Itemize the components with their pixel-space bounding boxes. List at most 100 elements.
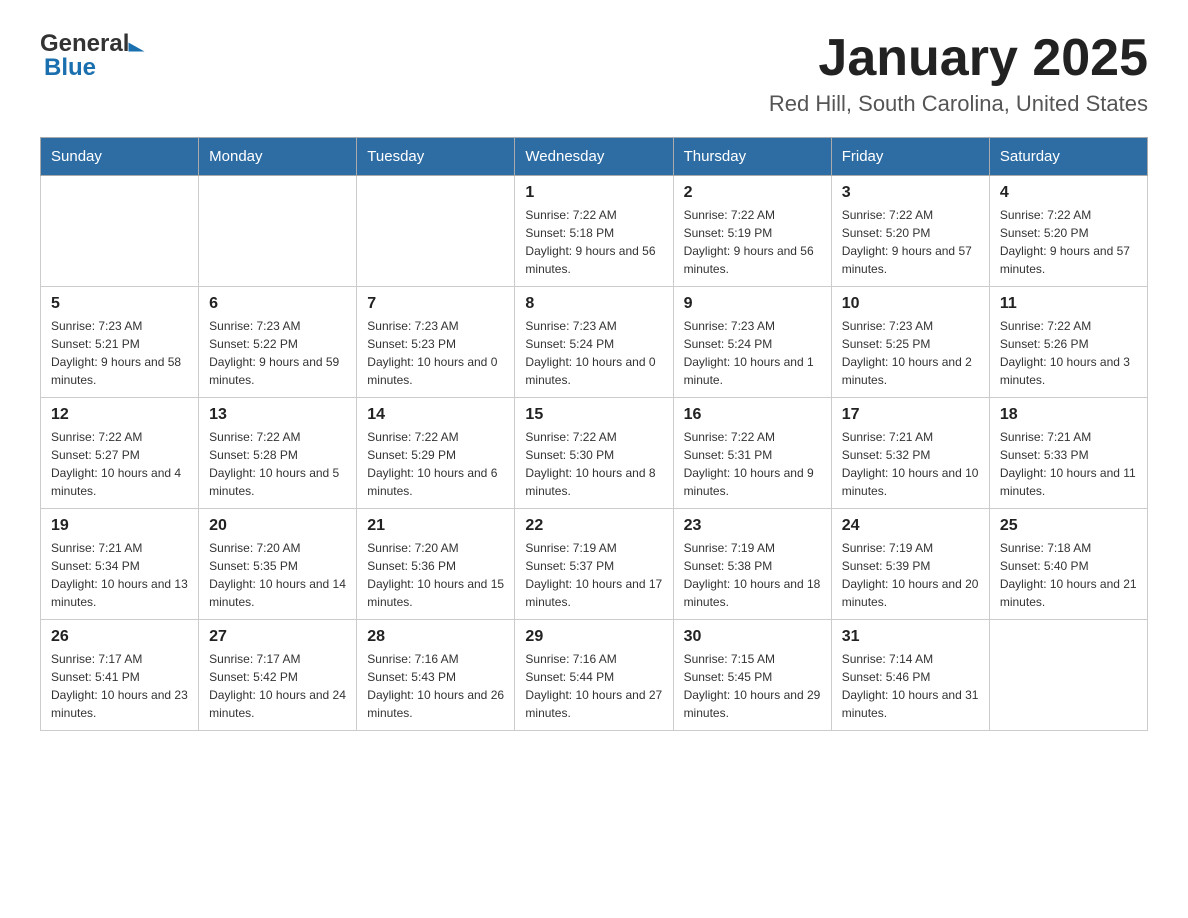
calendar-day-cell: 26 Sunrise: 7:17 AMSunset: 5:41 PMDayligh… — [41, 620, 199, 731]
day-info: Sunrise: 7:19 AMSunset: 5:37 PMDaylight:… — [525, 539, 662, 611]
logo-blue-text: Blue — [44, 54, 96, 82]
day-info: Sunrise: 7:20 AMSunset: 5:36 PMDaylight:… — [367, 539, 504, 611]
day-info: Sunrise: 7:15 AMSunset: 5:45 PMDaylight:… — [684, 650, 821, 722]
day-number: 19 — [51, 517, 188, 535]
day-info: Sunrise: 7:23 AMSunset: 5:22 PMDaylight:… — [209, 317, 346, 389]
day-number: 25 — [1000, 517, 1137, 535]
calendar-day-cell: 8Sunrise: 7:23 AMSunset: 5:24 PMDaylight… — [515, 287, 673, 398]
day-info: Sunrise: 7:23 AMSunset: 5:24 PMDaylight:… — [684, 317, 821, 389]
calendar-day-cell: 10 Sunrise: 7:23 AMSunset: 5:25 PMDayligh… — [831, 287, 989, 398]
calendar-day-cell: 9 Sunrise: 7:23 AMSunset: 5:24 PMDaylight… — [673, 287, 831, 398]
day-info: Sunrise: 7:21 AMSunset: 5:33 PMDaylight:… — [1000, 428, 1137, 500]
day-number: 9 — [684, 295, 821, 313]
day-number: 31 — [842, 628, 979, 646]
day-number: 11 — [1000, 295, 1137, 313]
page-header: General Blue January 2025 Red Hill, Sout… — [40, 30, 1148, 117]
day-info: Sunrise: 7:17 AMSunset: 5:41 PMDaylight:… — [51, 650, 188, 722]
day-info: Sunrise: 7:22 AMSunset: 5:19 PMDaylight:… — [684, 206, 821, 278]
day-info: Sunrise: 7:18 AMSunset: 5:40 PMDaylight:… — [1000, 539, 1137, 611]
calendar-header-row: Sunday Monday Tuesday Wednesday Thursday… — [41, 138, 1148, 176]
day-info: Sunrise: 7:22 AMSunset: 5:20 PMDaylight:… — [1000, 206, 1137, 278]
calendar-day-cell: 2 Sunrise: 7:22 AMSunset: 5:19 PMDaylight… — [673, 176, 831, 287]
day-info: Sunrise: 7:23 AMSunset: 5:21 PMDaylight:… — [51, 317, 188, 389]
calendar-day-cell: 15 Sunrise: 7:22 AMSunset: 5:30 PMDayligh… — [515, 398, 673, 509]
calendar-week-row: 19 Sunrise: 7:21 AMSunset: 5:34 PMDayligh… — [41, 509, 1148, 620]
day-number: 17 — [842, 406, 979, 424]
calendar-day-cell — [199, 176, 357, 287]
day-info: Sunrise: 7:20 AMSunset: 5:35 PMDaylight:… — [209, 539, 346, 611]
day-number: 12 — [51, 406, 188, 424]
calendar-day-cell: 12 Sunrise: 7:22 AMSunset: 5:27 PMDayligh… — [41, 398, 199, 509]
day-info: Sunrise: 7:23 AMSunset: 5:24 PMDaylight:… — [525, 317, 662, 389]
col-friday: Friday — [831, 138, 989, 176]
day-info: Sunrise: 7:22 AMSunset: 5:26 PMDaylight:… — [1000, 317, 1137, 389]
col-monday: Monday — [199, 138, 357, 176]
calendar-week-row: 5 Sunrise: 7:23 AMSunset: 5:21 PMDaylight… — [41, 287, 1148, 398]
calendar-day-cell: 4Sunrise: 7:22 AMSunset: 5:20 PMDaylight… — [989, 176, 1147, 287]
day-info: Sunrise: 7:22 AMSunset: 5:28 PMDaylight:… — [209, 428, 346, 500]
calendar-day-cell: 29Sunrise: 7:16 AMSunset: 5:44 PMDayligh… — [515, 620, 673, 731]
calendar-day-cell: 16 Sunrise: 7:22 AMSunset: 5:31 PMDayligh… — [673, 398, 831, 509]
calendar-day-cell: 20 Sunrise: 7:20 AMSunset: 5:35 PMDayligh… — [199, 509, 357, 620]
day-info: Sunrise: 7:16 AMSunset: 5:44 PMDaylight:… — [525, 650, 662, 722]
day-number: 10 — [842, 295, 979, 313]
day-number: 2 — [684, 184, 821, 202]
calendar-week-row: 26 Sunrise: 7:17 AMSunset: 5:41 PMDayligh… — [41, 620, 1148, 731]
location-text: Red Hill, South Carolina, United States — [769, 91, 1148, 117]
day-info: Sunrise: 7:21 AMSunset: 5:34 PMDaylight:… — [51, 539, 188, 611]
day-number: 1 — [525, 184, 662, 202]
day-number: 6 — [209, 295, 346, 313]
calendar-day-cell: 11 Sunrise: 7:22 AMSunset: 5:26 PMDayligh… — [989, 287, 1147, 398]
calendar-day-cell — [989, 620, 1147, 731]
calendar-day-cell: 25 Sunrise: 7:18 AMSunset: 5:40 PMDayligh… — [989, 509, 1147, 620]
day-number: 18 — [1000, 406, 1137, 424]
day-info: Sunrise: 7:23 AMSunset: 5:25 PMDaylight:… — [842, 317, 979, 389]
calendar-day-cell: 5 Sunrise: 7:23 AMSunset: 5:21 PMDaylight… — [41, 287, 199, 398]
calendar-day-cell: 3 Sunrise: 7:22 AMSunset: 5:20 PMDaylight… — [831, 176, 989, 287]
day-number: 3 — [842, 184, 979, 202]
day-number: 28 — [367, 628, 504, 646]
day-info: Sunrise: 7:19 AMSunset: 5:38 PMDaylight:… — [684, 539, 821, 611]
day-number: 26 — [51, 628, 188, 646]
calendar-day-cell: 19 Sunrise: 7:21 AMSunset: 5:34 PMDayligh… — [41, 509, 199, 620]
day-info: Sunrise: 7:22 AMSunset: 5:20 PMDaylight:… — [842, 206, 979, 278]
calendar-day-cell: 24 Sunrise: 7:19 AMSunset: 5:39 PMDayligh… — [831, 509, 989, 620]
day-info: Sunrise: 7:22 AMSunset: 5:31 PMDaylight:… — [684, 428, 821, 500]
col-sunday: Sunday — [41, 138, 199, 176]
day-info: Sunrise: 7:23 AMSunset: 5:23 PMDaylight:… — [367, 317, 504, 389]
col-tuesday: Tuesday — [357, 138, 515, 176]
day-info: Sunrise: 7:19 AMSunset: 5:39 PMDaylight:… — [842, 539, 979, 611]
calendar-day-cell: 13 Sunrise: 7:22 AMSunset: 5:28 PMDayligh… — [199, 398, 357, 509]
day-number: 7 — [367, 295, 504, 313]
calendar-day-cell: 21Sunrise: 7:20 AMSunset: 5:36 PMDayligh… — [357, 509, 515, 620]
month-title: January 2025 — [769, 30, 1148, 87]
title-section: January 2025 Red Hill, South Carolina, U… — [769, 30, 1148, 117]
logo: General Blue — [40, 30, 141, 82]
logo-arrow-icon — [129, 43, 145, 52]
calendar-day-cell: 30Sunrise: 7:15 AMSunset: 5:45 PMDayligh… — [673, 620, 831, 731]
day-number: 13 — [209, 406, 346, 424]
day-number: 16 — [684, 406, 821, 424]
calendar-day-cell — [357, 176, 515, 287]
calendar-table: Sunday Monday Tuesday Wednesday Thursday… — [40, 137, 1148, 731]
day-number: 15 — [525, 406, 662, 424]
day-info: Sunrise: 7:14 AMSunset: 5:46 PMDaylight:… — [842, 650, 979, 722]
calendar-day-cell: 6 Sunrise: 7:23 AMSunset: 5:22 PMDaylight… — [199, 287, 357, 398]
day-info: Sunrise: 7:22 AMSunset: 5:27 PMDaylight:… — [51, 428, 188, 500]
day-number: 20 — [209, 517, 346, 535]
calendar-week-row: 12 Sunrise: 7:22 AMSunset: 5:27 PMDayligh… — [41, 398, 1148, 509]
day-number: 23 — [684, 517, 821, 535]
day-number: 22 — [525, 517, 662, 535]
day-number: 24 — [842, 517, 979, 535]
col-wednesday: Wednesday — [515, 138, 673, 176]
calendar-day-cell: 14Sunrise: 7:22 AMSunset: 5:29 PMDayligh… — [357, 398, 515, 509]
day-info: Sunrise: 7:17 AMSunset: 5:42 PMDaylight:… — [209, 650, 346, 722]
day-info: Sunrise: 7:22 AMSunset: 5:18 PMDaylight:… — [525, 206, 662, 278]
calendar-day-cell: 7 Sunrise: 7:23 AMSunset: 5:23 PMDaylight… — [357, 287, 515, 398]
calendar-day-cell: 17Sunrise: 7:21 AMSunset: 5:32 PMDayligh… — [831, 398, 989, 509]
calendar-day-cell: 28 Sunrise: 7:16 AMSunset: 5:43 PMDayligh… — [357, 620, 515, 731]
day-info: Sunrise: 7:22 AMSunset: 5:30 PMDaylight:… — [525, 428, 662, 500]
day-number: 5 — [51, 295, 188, 313]
day-number: 14 — [367, 406, 504, 424]
day-info: Sunrise: 7:16 AMSunset: 5:43 PMDaylight:… — [367, 650, 504, 722]
